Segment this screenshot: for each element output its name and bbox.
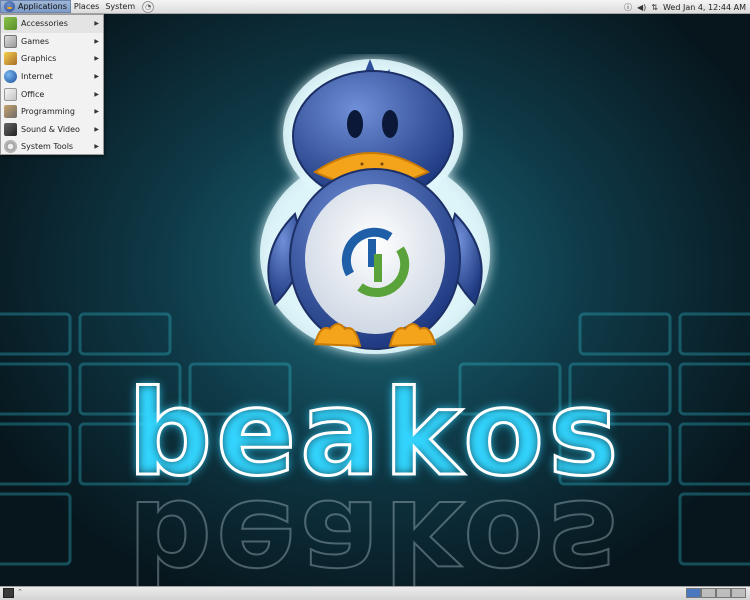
office-icon	[4, 87, 17, 101]
menu-item-office[interactable]: Office ▶	[1, 85, 103, 103]
applications-menu[interactable]: Applications	[0, 0, 71, 13]
workspace-3[interactable]	[716, 588, 731, 598]
menu-item-label: Accessories	[21, 19, 68, 29]
menu-item-label: System Tools	[21, 142, 74, 152]
workspace-switcher	[686, 588, 746, 598]
bottom-panel: ⌃	[0, 586, 750, 600]
menu-item-accessories[interactable]: Accessories ▶	[1, 15, 103, 33]
submenu-arrow-icon: ▶	[94, 73, 99, 81]
programming-icon	[4, 105, 17, 119]
penguin-mascot	[260, 59, 490, 354]
network-icon[interactable]: ⇅	[651, 3, 658, 12]
system-menu[interactable]: System	[102, 0, 138, 14]
launcher-icon[interactable]: ◔	[142, 0, 155, 13]
menu-item-label: Games	[21, 36, 49, 46]
submenu-arrow-icon: ▶	[94, 90, 99, 98]
places-menu[interactable]: Places	[71, 0, 102, 14]
menu-item-games[interactable]: Games ▶	[1, 33, 103, 51]
top-panel: Applications Places System ◔ ⓘ ◀) ⇅ Wed …	[0, 0, 750, 14]
info-icon[interactable]: ⓘ	[624, 2, 632, 13]
menu-item-system-tools[interactable]: System Tools ▶	[1, 138, 103, 156]
submenu-arrow-icon: ▶	[94, 125, 99, 133]
menu-item-label: Graphics	[21, 54, 57, 64]
clock[interactable]: Wed Jan 4, 12:44 AM	[663, 3, 746, 12]
beakos-wordmark-reflection: beakos	[127, 473, 624, 586]
submenu-arrow-icon: ▶	[94, 20, 99, 28]
graphics-icon	[4, 52, 17, 66]
menu-item-sound-video[interactable]: Sound & Video ▶	[1, 121, 103, 139]
beakos-logo-icon	[4, 1, 15, 12]
system-menu-label: System	[105, 2, 136, 11]
sound-video-icon	[4, 122, 17, 136]
internet-icon	[4, 70, 17, 84]
accessories-icon	[4, 17, 17, 31]
applications-menu-label: Applications	[18, 2, 67, 11]
games-icon	[4, 34, 17, 48]
system-tools-icon	[4, 140, 17, 154]
volume-icon[interactable]: ◀)	[637, 3, 646, 12]
workspace-2[interactable]	[701, 588, 716, 598]
submenu-arrow-icon: ▶	[94, 55, 99, 63]
workspace-4[interactable]	[731, 588, 746, 598]
menu-item-label: Office	[21, 89, 45, 99]
submenu-arrow-icon: ▶	[94, 143, 99, 151]
desktop: Trash	[0, 14, 750, 586]
submenu-arrow-icon: ▶	[94, 37, 99, 45]
submenu-arrow-icon: ▶	[94, 108, 99, 116]
places-menu-label: Places	[73, 2, 100, 11]
menu-item-label: Sound & Video	[21, 124, 80, 134]
show-desktop-button[interactable]	[3, 588, 14, 598]
menu-item-programming[interactable]: Programming ▶	[1, 103, 103, 121]
menu-item-graphics[interactable]: Graphics ▶	[1, 50, 103, 68]
panel-handle-icon[interactable]: ⌃	[17, 588, 23, 596]
applications-dropdown: Accessories ▶ Games ▶ Graphics ▶ Interne…	[0, 14, 104, 155]
menu-item-internet[interactable]: Internet ▶	[1, 68, 103, 86]
workspace-1[interactable]	[686, 588, 701, 598]
menu-item-label: Internet	[21, 72, 53, 82]
menu-item-label: Programming	[21, 107, 75, 117]
system-tray: ⓘ ◀) ⇅ Wed Jan 4, 12:44 AM	[624, 0, 746, 14]
